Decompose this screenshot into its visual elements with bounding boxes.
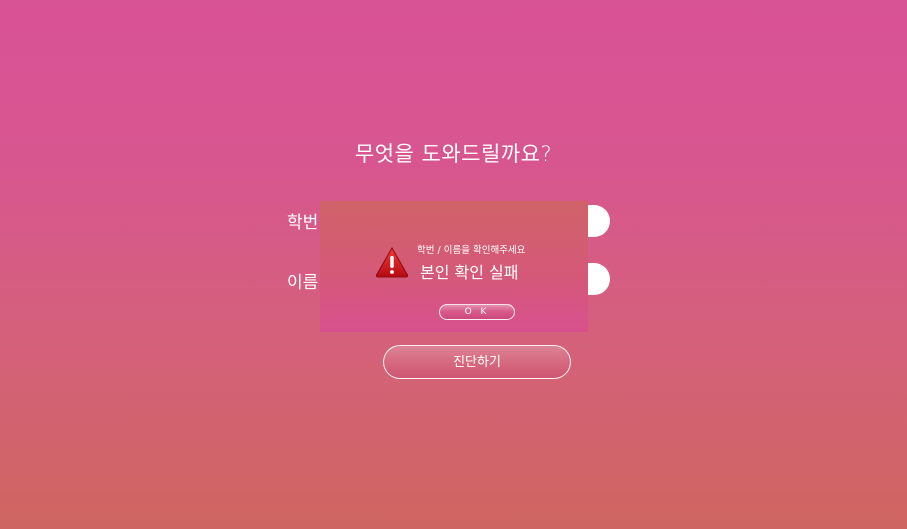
diagnose-button[interactable]: 진단하기 <box>383 345 571 379</box>
dialog-subtitle: 학번 / 이름을 확인해주세요 <box>417 245 526 256</box>
page-title: 무엇을 도와드릴까요? <box>354 142 553 166</box>
ok-button[interactable]: O K <box>439 304 515 320</box>
dialog-message: 본인 확인 실패 <box>420 263 519 282</box>
warning-icon <box>375 246 409 278</box>
alert-dialog: 학번 / 이름을 확인해주세요 본인 확인 실패 O K <box>320 201 588 332</box>
name-label: 이름 <box>287 273 319 293</box>
student-id-label: 학번 <box>287 213 319 233</box>
